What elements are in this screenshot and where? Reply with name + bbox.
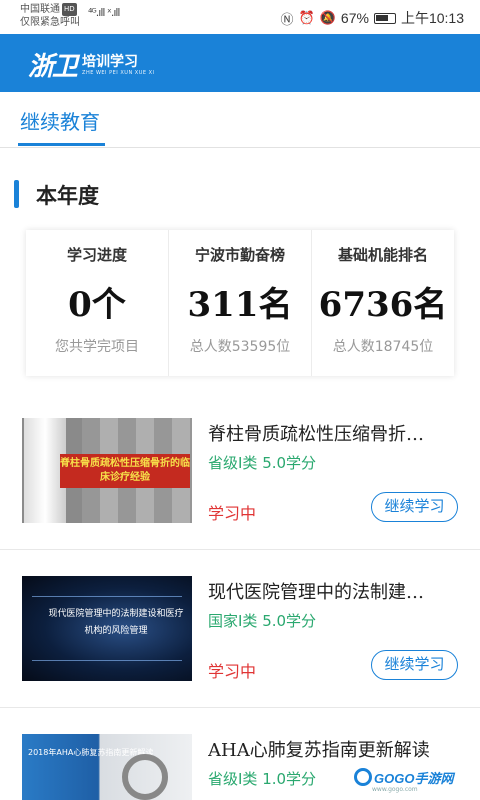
- stat-value: 6736名: [318, 285, 448, 325]
- stat-sub: 您共学完项目: [55, 339, 139, 355]
- course-item[interactable]: 现代医院管理中的法制建设和医疗机构的风险管理 现代医院管理中的法制建… 国家I类…: [0, 550, 480, 708]
- nfc-icon: Ⓝ: [280, 11, 294, 27]
- tab-continuing-education[interactable]: 继续教育: [20, 106, 100, 135]
- stat-value: 311名: [187, 285, 293, 325]
- continue-study-button[interactable]: 继续学习: [371, 492, 458, 522]
- thumbnail-caption: 现代医院管理中的法制建设和医疗机构的风险管理: [48, 609, 184, 636]
- logo-subtitle: ZHE WEI PEI XUN XUE XI: [82, 69, 155, 76]
- section-title: 本年度: [36, 183, 99, 208]
- course-thumbnail[interactable]: 现代医院管理中的法制建设和医疗机构的风险管理: [22, 576, 192, 681]
- stats-card: 学习进度 0个 您共学完项目 宁波市勤奋榜 311名 总人数53595位 基础机…: [26, 230, 454, 376]
- course-title[interactable]: 脊柱骨质疏松性压缩骨折…: [208, 420, 462, 446]
- stat-ningbo-rank[interactable]: 宁波市勤奋榜 311名 总人数53595位: [168, 230, 311, 376]
- logo-title: 培训学习: [82, 53, 139, 70]
- status-right: Ⓝ ⏰ 🔕 67% 上午10:13: [281, 8, 464, 28]
- watermark-icon: [354, 768, 372, 786]
- course-category: 省级I类 1.0学分: [208, 770, 317, 788]
- continue-study-button[interactable]: 继续学习: [371, 650, 458, 680]
- carrier-name: 中国联通: [20, 4, 60, 15]
- mute-icon: 🔕: [319, 10, 336, 25]
- logo-mark: 浙卫: [28, 52, 78, 82]
- stat-label: 宁波市勤奋榜: [194, 246, 285, 264]
- alarm-icon: ⏰: [298, 10, 315, 25]
- course-category: 省级I类 5.0学分: [208, 454, 317, 472]
- emergency-text: 仅限紧急呼叫: [20, 17, 80, 28]
- stat-sub: 总人数53595位: [189, 339, 291, 355]
- course-status: 学习中: [208, 504, 257, 523]
- course-item[interactable]: 脊柱骨质疏松性压缩骨折的临床诊疗经验 脊柱骨质疏松性压缩骨折… 省级I类 5.0…: [0, 392, 480, 550]
- stat-sub: 总人数18745位: [332, 339, 434, 355]
- section-marker: [14, 180, 19, 208]
- tab-indicator: [18, 143, 105, 146]
- stat-basic-rank[interactable]: 基础机能排名 6736名 总人数18745位: [311, 230, 454, 376]
- signal-icon: ⁴ᴳ.ıll ˣ.ıll: [88, 6, 121, 19]
- watermark-logo: GOGO手游网: [354, 766, 453, 788]
- battery-icon: [373, 12, 396, 24]
- hd-badge: HD: [62, 3, 77, 16]
- watermark-text: GOGO手游网: [374, 770, 454, 786]
- carrier-info: 中国联通 HD 仅限紧急呼叫: [20, 3, 80, 29]
- watermark-url: www.gogo.com: [372, 786, 418, 793]
- stat-label: 基础机能排名: [337, 246, 428, 264]
- course-title[interactable]: 现代医院管理中的法制建…: [208, 578, 462, 604]
- battery-percent: 67%: [340, 10, 369, 26]
- stat-value: 0个: [68, 285, 126, 325]
- stat-label: 学习进度: [66, 246, 127, 264]
- course-title[interactable]: AHA心肺复苏指南更新解读: [208, 736, 462, 762]
- stat-progress[interactable]: 学习进度 0个 您共学完项目: [26, 230, 168, 376]
- course-thumbnail[interactable]: 2018年AHA心肺复苏指南更新解读: [22, 734, 192, 800]
- stethoscope-icon: [122, 754, 168, 800]
- app-logo: 浙卫 培训学习 ZHE WEI PEI XUN XUE XI: [28, 46, 155, 83]
- course-category: 国家I类 5.0学分: [208, 612, 317, 630]
- tab-bar: 继续教育: [0, 92, 480, 148]
- course-thumbnail[interactable]: 脊柱骨质疏松性压缩骨折的临床诊疗经验: [22, 418, 192, 523]
- app-header: 浙卫 培训学习 ZHE WEI PEI XUN XUE XI: [0, 34, 480, 92]
- course-status: 学习中: [208, 662, 257, 681]
- clock: 上午10:13: [400, 10, 464, 26]
- status-bar: 中国联通 HD 仅限紧急呼叫 ⁴ᴳ.ıll ˣ.ıll Ⓝ ⏰ 🔕 67% 上午1…: [0, 0, 480, 34]
- thumbnail-caption: 脊柱骨质疏松性压缩骨折的临床诊疗经验: [60, 454, 190, 488]
